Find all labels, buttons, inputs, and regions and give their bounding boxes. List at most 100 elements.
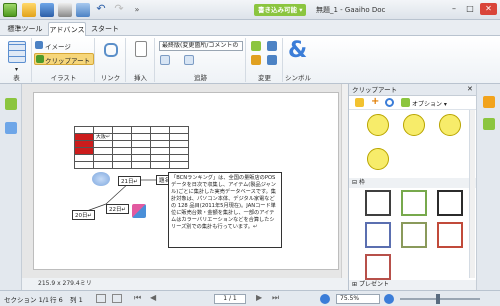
- table-cell[interactable]: [112, 154, 132, 162]
- folder-icon[interactable]: [355, 98, 364, 107]
- diagram-box-20[interactable]: 20日↵: [72, 210, 96, 220]
- frame-clipart[interactable]: [437, 222, 463, 248]
- tab-standard-tools[interactable]: 標準ツール: [4, 22, 46, 36]
- insert-page-icon[interactable]: [135, 41, 147, 57]
- zoom-slider[interactable]: [400, 298, 480, 300]
- table-cell[interactable]: [150, 126, 170, 134]
- table-cell[interactable]: [131, 147, 151, 155]
- customize-toolbar-icon[interactable]: »: [130, 3, 144, 17]
- properties-icon[interactable]: [483, 96, 495, 108]
- undo-icon[interactable]: ↶: [94, 3, 108, 17]
- gift-clipart[interactable]: [132, 204, 146, 218]
- maximize-button[interactable]: □: [463, 3, 477, 15]
- web-layout-icon[interactable]: [112, 294, 122, 303]
- table-cell[interactable]: [169, 126, 189, 134]
- frame-clipart[interactable]: [401, 190, 427, 216]
- neutral-face-clipart[interactable]: [367, 148, 389, 170]
- frame-clipart[interactable]: [401, 222, 427, 248]
- zoom-slider-thumb[interactable]: [436, 294, 440, 304]
- table-cell[interactable]: [131, 154, 151, 162]
- clipart-panel-icon[interactable]: [483, 118, 495, 130]
- document-scrollbar[interactable]: [341, 84, 348, 278]
- tab-advanced[interactable]: アドバンス: [48, 22, 86, 36]
- next-page-icon[interactable]: ▶: [256, 293, 262, 302]
- show-markup-icon[interactable]: [184, 55, 194, 65]
- table-cell[interactable]: [112, 126, 132, 134]
- table-cell[interactable]: [150, 133, 170, 141]
- table-cell[interactable]: [74, 126, 94, 134]
- clipart-scrollbar[interactable]: [469, 110, 475, 278]
- document-table[interactable]: 大阪↵: [74, 126, 189, 169]
- table-cell[interactable]: [169, 133, 189, 141]
- link-icon[interactable]: [104, 43, 118, 57]
- open-folder-icon[interactable]: [22, 3, 36, 17]
- zoom-select[interactable]: 75.5%: [336, 294, 380, 304]
- next-change-icon[interactable]: [267, 41, 277, 51]
- diagram-box-22[interactable]: 22日↵: [106, 204, 130, 214]
- diagram-box-21[interactable]: 21日↵: [118, 176, 142, 186]
- table-cell[interactable]: [169, 147, 189, 155]
- ampersand-icon[interactable]: &: [288, 38, 307, 63]
- email-icon[interactable]: [76, 3, 90, 17]
- page-layout-icon[interactable]: [96, 294, 106, 303]
- frame-clipart[interactable]: [365, 190, 391, 216]
- minimize-button[interactable]: –: [447, 3, 461, 15]
- previous-change-icon[interactable]: [267, 55, 277, 65]
- table-cell[interactable]: [112, 140, 132, 148]
- present-section-header[interactable]: ⊞ プレゼント: [349, 280, 476, 290]
- zoom-out-icon[interactable]: [320, 294, 330, 304]
- app-logo-icon[interactable]: [3, 3, 17, 17]
- table-cell[interactable]: [74, 133, 94, 141]
- last-page-icon[interactable]: ⏭: [272, 293, 279, 303]
- track-changes-select[interactable]: 最終版(変更箇所/コメントの: [159, 41, 243, 51]
- table-cell[interactable]: [150, 147, 170, 155]
- table-cell[interactable]: [131, 140, 151, 148]
- table-cell[interactable]: [169, 154, 189, 162]
- table-cell[interactable]: [150, 140, 170, 148]
- table-cell[interactable]: [74, 140, 94, 148]
- writable-mode-badge[interactable]: 書き込み可能 ▾: [254, 4, 306, 16]
- table-cell[interactable]: [93, 140, 113, 148]
- image-button[interactable]: イメージ: [45, 41, 71, 51]
- angry-face-clipart[interactable]: [403, 114, 425, 136]
- frame-clipart[interactable]: [365, 254, 391, 280]
- redo-icon[interactable]: ↷: [112, 3, 126, 17]
- table-cell[interactable]: [93, 154, 113, 162]
- table-cell[interactable]: 大阪↵: [93, 133, 113, 141]
- frame-clipart[interactable]: [365, 222, 391, 248]
- accept-change-icon[interactable]: [251, 41, 261, 51]
- print-icon[interactable]: [58, 3, 72, 17]
- previous-page-icon[interactable]: ◀: [150, 293, 156, 302]
- first-page-icon[interactable]: ⏮: [134, 293, 141, 303]
- track-changes-icon[interactable]: [160, 55, 170, 65]
- save-icon[interactable]: [40, 3, 54, 17]
- options-button[interactable]: オプション ▾: [412, 99, 447, 108]
- panel-close-icon[interactable]: ✕: [467, 85, 473, 93]
- tab-start[interactable]: スタート: [90, 22, 120, 36]
- close-button[interactable]: ✕: [480, 3, 497, 15]
- table-cell[interactable]: [112, 133, 132, 141]
- search-icon[interactable]: [385, 98, 394, 107]
- table-cell[interactable]: [93, 126, 113, 134]
- sad-face-clipart[interactable]: [439, 114, 461, 136]
- smiley-clipart[interactable]: [367, 114, 389, 136]
- frame-section-header[interactable]: ⊟ 枠: [349, 178, 476, 188]
- bookmark-icon[interactable]: [5, 98, 17, 110]
- table-cell[interactable]: [74, 147, 94, 155]
- search-panel-icon[interactable]: [5, 122, 17, 134]
- table-cell[interactable]: [74, 154, 94, 162]
- table-cell[interactable]: [169, 161, 189, 169]
- table-cell[interactable]: [112, 147, 132, 155]
- table-cell[interactable]: [169, 140, 189, 148]
- table-cell[interactable]: [131, 126, 151, 134]
- cloud-shape[interactable]: [92, 172, 110, 186]
- reject-change-icon[interactable]: [251, 55, 261, 65]
- table-icon[interactable]: [8, 41, 26, 63]
- zoom-in-icon[interactable]: [384, 294, 394, 304]
- table-cell[interactable]: [150, 154, 170, 162]
- text-box[interactable]: 「BCNランキング」は、全国の量販店のPOSデータを日次で収集し、アイテム(製品…: [168, 172, 282, 248]
- table-cell[interactable]: [93, 147, 113, 155]
- page-number-input[interactable]: 1 / 1: [214, 294, 246, 304]
- frame-clipart[interactable]: [437, 190, 463, 216]
- table-cell[interactable]: [131, 133, 151, 141]
